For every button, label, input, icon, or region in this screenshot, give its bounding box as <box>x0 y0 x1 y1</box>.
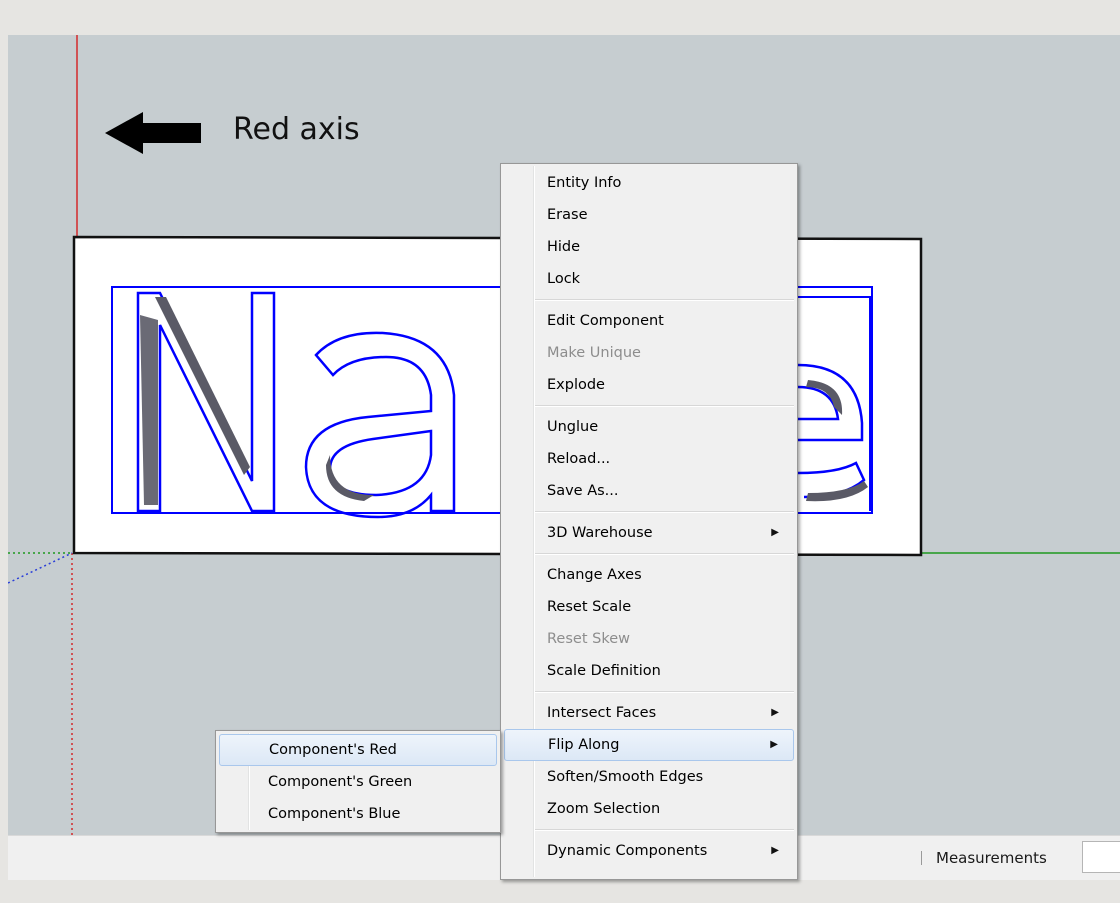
red-axis-annotation: Red axis <box>233 112 360 147</box>
menu-separator <box>501 401 797 411</box>
menu-item-hide[interactable]: Hide <box>501 231 797 263</box>
measurements-label: Measurements <box>936 849 1047 867</box>
status-separator <box>921 851 922 865</box>
menu-item-reset-scale[interactable]: Reset Scale <box>501 591 797 623</box>
left-arrow-icon <box>105 112 201 154</box>
menu-item-label: Intersect Faces <box>547 705 657 721</box>
menu-separator <box>501 825 797 835</box>
submenu-arrow-icon: ▶ <box>771 707 779 718</box>
menu-item-make-unique: Make Unique <box>547 345 641 361</box>
menu-item-3d-warehouse[interactable]: 3D Warehouse ▶ <box>501 517 797 549</box>
menu-item-dynamic-components[interactable]: Dynamic Components ▶ <box>501 835 797 867</box>
submenu-arrow-icon: ▶ <box>771 527 779 538</box>
measurements-input[interactable] <box>1082 841 1120 873</box>
submenu-arrow-icon: ▶ <box>771 845 779 856</box>
blue-axis-dotted-line <box>8 552 73 584</box>
menu-item-save-as[interactable]: Save As... <box>501 475 797 507</box>
menu-item-lock[interactable]: Lock <box>501 263 797 295</box>
menu-item-edit-component[interactable]: Edit Component <box>501 305 797 337</box>
submenu-item-components-green[interactable]: Component's Green <box>216 766 500 798</box>
menu-item-label: Flip Along <box>548 737 620 753</box>
menu-item-erase[interactable]: Erase <box>501 199 797 231</box>
menu-item-scale-definition[interactable]: Scale Definition <box>501 655 797 687</box>
menu-item-label: Dynamic Components <box>547 843 708 859</box>
submenu-arrow-icon: ▶ <box>770 739 778 750</box>
menu-separator <box>501 295 797 305</box>
menu-item-intersect-faces[interactable]: Intersect Faces ▶ <box>501 697 797 729</box>
submenu-item-components-blue[interactable]: Component's Blue <box>216 798 500 830</box>
menu-separator <box>501 549 797 559</box>
menu-separator <box>501 507 797 517</box>
flip-along-submenu: Component's Red Component's Green Compon… <box>215 730 501 833</box>
menu-item-zoom-selection[interactable]: Zoom Selection <box>501 793 797 825</box>
menu-item-reload[interactable]: Reload... <box>501 443 797 475</box>
menu-separator <box>501 687 797 697</box>
menu-item-unglue[interactable]: Unglue <box>501 411 797 443</box>
submenu-item-components-red[interactable]: Component's Red <box>219 734 497 766</box>
context-menu: Entity Info Erase Hide Lock Edit Compone… <box>500 163 798 880</box>
menu-item-flip-along[interactable]: Flip Along ▶ <box>504 729 794 761</box>
menu-item-entity-info[interactable]: Entity Info <box>501 167 797 199</box>
menu-item-reset-skew: Reset Skew <box>547 631 630 647</box>
menu-item-explode[interactable]: Explode <box>501 369 797 401</box>
menu-item-label: 3D Warehouse <box>547 525 653 541</box>
menu-item-soften-smooth-edges[interactable]: Soften/Smooth Edges <box>501 761 797 793</box>
menu-item-change-axes[interactable]: Change Axes <box>501 559 797 591</box>
